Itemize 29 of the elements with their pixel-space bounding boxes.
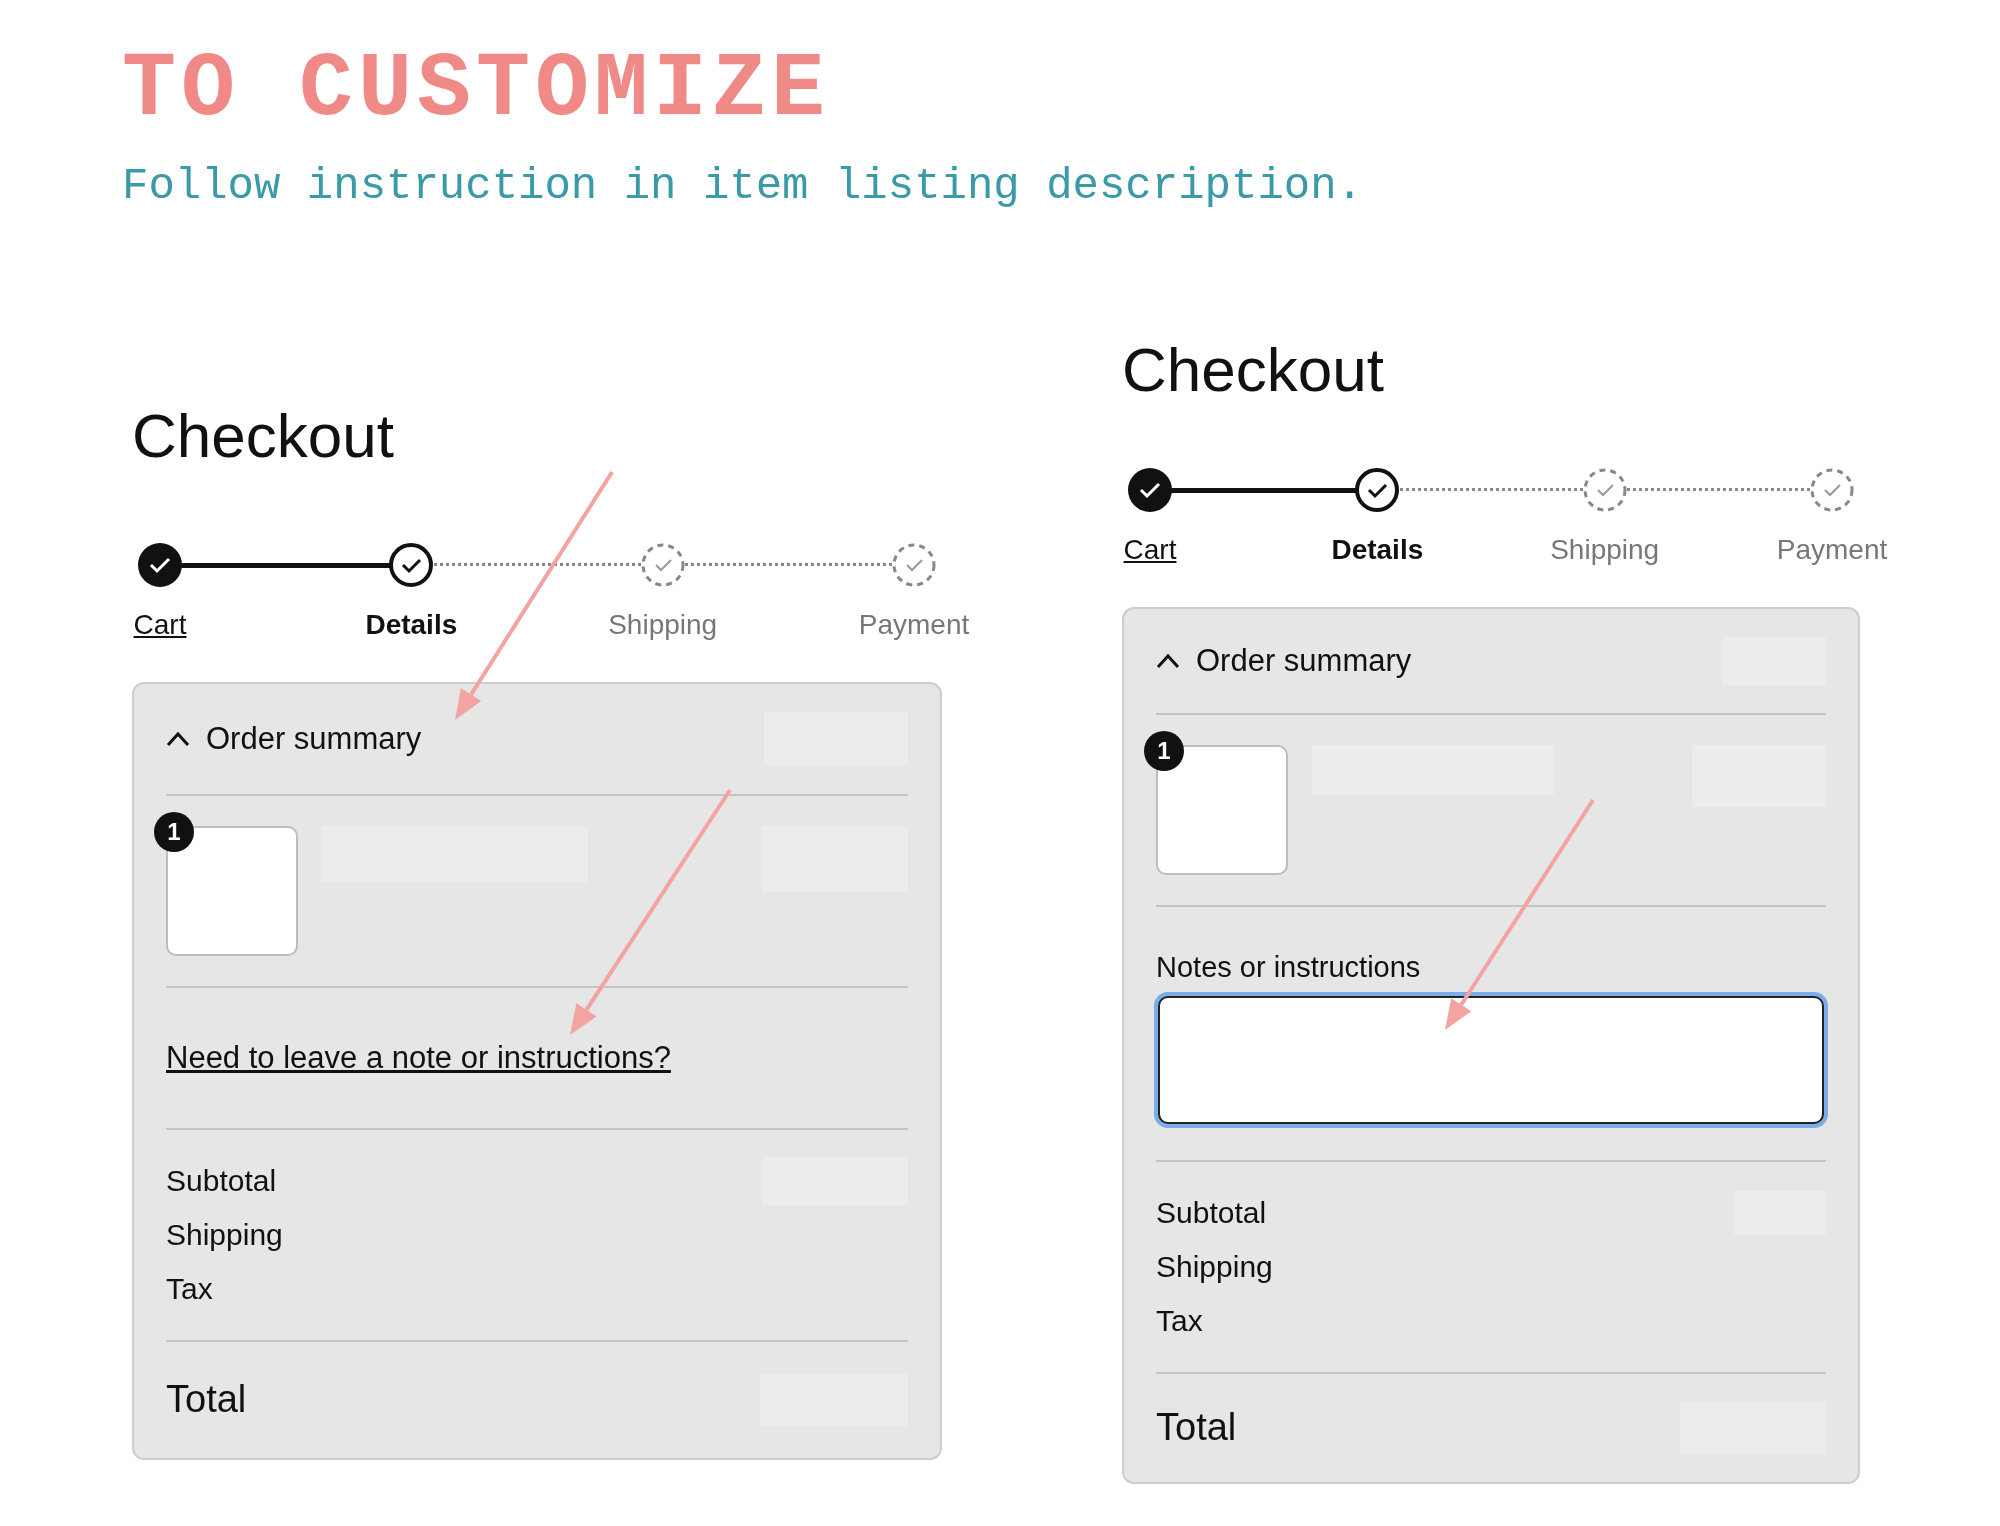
- step-label: Details: [365, 607, 458, 642]
- step-label: Shipping: [608, 607, 718, 642]
- total-row-label: Subtotal: [166, 1163, 277, 1198]
- step-label: Payment: [858, 607, 970, 642]
- total-row-label: Shipping: [1156, 1249, 1273, 1284]
- quantity-badge: 1: [1144, 730, 1184, 771]
- page-title: Checkout: [132, 399, 395, 472]
- step-label: Details: [1331, 532, 1424, 567]
- chevron-up-icon: [1156, 652, 1180, 669]
- quantity-badge: 1: [154, 811, 194, 852]
- total-label: Total: [166, 1378, 247, 1422]
- chevron-up-icon: [166, 730, 190, 747]
- notes-field[interactable]: [1158, 995, 1824, 1124]
- page-title: Checkout: [1122, 333, 1385, 406]
- total-row-label: Subtotal: [1156, 1195, 1267, 1230]
- step-label: Payment: [1776, 532, 1888, 567]
- order-summary-toggle[interactable]: Order summary: [1156, 642, 1412, 679]
- note-link[interactable]: Need to leave a note or instructions?: [166, 1039, 671, 1076]
- total-row-label: Shipping: [166, 1217, 283, 1252]
- headline: TO CUSTOMIZE: [122, 45, 832, 135]
- subheadline: Follow instruction in item listing description.: [122, 160, 1364, 213]
- field-label: Notes or instructions: [1156, 950, 1422, 984]
- step-label: Shipping: [1550, 532, 1660, 567]
- step-label[interactable]: Cart: [1123, 532, 1177, 567]
- total-label: Total: [1156, 1406, 1237, 1450]
- total-row-label: Tax: [1156, 1303, 1203, 1338]
- step-label[interactable]: Cart: [133, 607, 187, 642]
- order-summary-toggle[interactable]: Order summary: [166, 720, 422, 757]
- total-row-label: Tax: [166, 1271, 213, 1306]
